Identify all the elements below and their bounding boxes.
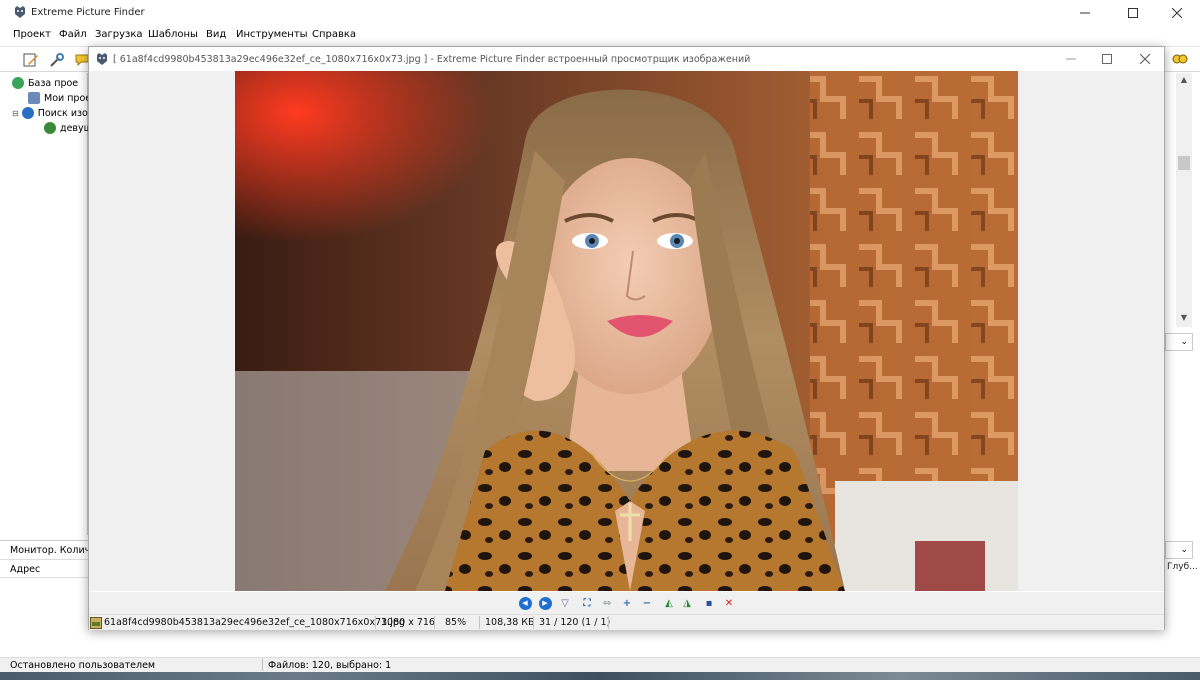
image-canvas[interactable]	[89, 71, 1164, 591]
main-titlebar[interactable]: Extreme Picture Finder	[0, 0, 1200, 26]
scroll-down-icon[interactable]: ▼	[1176, 313, 1192, 325]
vertical-scrollbar[interactable]: ▲ ▼	[1176, 73, 1192, 327]
tree-item-label: База прое	[28, 77, 79, 89]
scroll-thumb[interactable]	[1178, 156, 1190, 170]
zoom-out-icon: −	[642, 597, 652, 609]
tree-item-my-projects[interactable]: Мои проек	[28, 91, 97, 105]
minimize-icon	[1080, 12, 1090, 14]
save-icon: ▪	[705, 597, 713, 609]
settings-tools-icon[interactable]	[49, 52, 65, 68]
viewer-titlebar[interactable]: [ 61a8f4cd9980b453813a29ec496e32ef_ce_10…	[89, 47, 1164, 71]
search-magnifier-icon	[44, 122, 56, 134]
slideshow-button[interactable]: ▽	[557, 595, 573, 611]
main-status-bar: Остановлено пользователем Файлов: 120, в…	[0, 657, 1200, 672]
status-filename: 61a8f4cd9980b453813a29ec496e32ef_ce_1080…	[104, 617, 405, 628]
projects-icon	[28, 92, 40, 104]
viewer-maximize-button[interactable]	[1087, 47, 1127, 71]
viewer-title: [ 61a8f4cd9980b453813a29ec496e32ef_ce_10…	[113, 54, 751, 65]
tree-item-project-base[interactable]: База прое	[12, 76, 78, 90]
fit-icon: ⛶	[583, 597, 591, 609]
menu-tools[interactable]: Инструменты	[236, 29, 308, 40]
viewer-status-bar: 61a8f4cd9980b453813a29ec496e32ef_ce_1080…	[89, 614, 1164, 630]
column-header-address[interactable]: Адрес	[0, 562, 90, 578]
next-icon: ▶	[538, 596, 552, 610]
fit-window-button[interactable]: ⛶	[579, 595, 595, 611]
status-divider	[479, 616, 480, 629]
rotate-right-icon: ◮	[683, 597, 691, 609]
status-file-size: 108,38 КБ	[485, 617, 535, 628]
status-dimensions: 1080 x 716	[381, 617, 435, 628]
viewer-toolbar: ◀ ▶ ▽ ⛶ ⇔ + − ◭ ◮ ▪ ✕	[89, 592, 1164, 614]
status-divider	[375, 616, 376, 629]
zoom-in-button[interactable]: +	[619, 595, 635, 611]
status-divider	[608, 616, 609, 629]
tree-item-image-search[interactable]: ⊟ Поиск изо	[12, 106, 88, 120]
delete-icon: ✕	[724, 597, 734, 609]
edit-project-icon[interactable]	[23, 52, 39, 68]
chevron-down-icon: ⌄	[1180, 545, 1188, 555]
status-divider	[533, 616, 534, 629]
support-icon[interactable]	[1172, 51, 1188, 67]
previous-image-button[interactable]: ◀	[517, 595, 533, 611]
save-button[interactable]: ▪	[701, 595, 717, 611]
viewer-minimize-button[interactable]	[1051, 47, 1091, 71]
slideshow-icon: ▽	[561, 597, 569, 609]
maximize-icon	[1102, 54, 1112, 64]
app-logo-icon	[97, 53, 107, 65]
previous-icon: ◀	[518, 596, 532, 610]
delete-button[interactable]: ✕	[721, 595, 737, 611]
menu-file[interactable]: Файл	[59, 29, 87, 40]
column-header-depth[interactable]: Глуб...	[1165, 562, 1200, 578]
close-button[interactable]	[1154, 0, 1200, 26]
status-divider	[262, 659, 263, 671]
fit-width-button[interactable]: ⇔	[599, 595, 615, 611]
menu-templates[interactable]: Шаблоны	[148, 29, 198, 40]
monitor-dropdown[interactable]: ⌄	[1165, 541, 1193, 559]
viewer-close-button[interactable]	[1125, 47, 1165, 71]
image-viewer-window: [ 61a8f4cd9980b453813a29ec496e32ef_ce_10…	[88, 46, 1165, 630]
status-message: Остановлено пользователем	[10, 660, 156, 671]
search-globe-icon	[21, 107, 34, 119]
maximize-button[interactable]	[1110, 0, 1156, 26]
minimize-button[interactable]	[1062, 0, 1108, 26]
globe-project-icon	[12, 77, 24, 89]
tree-item-label: Поиск изо	[37, 107, 88, 119]
portrait-photo-image	[235, 71, 1018, 591]
fit-width-icon: ⇔	[602, 597, 612, 609]
monitor-bar: Монитор. Количе	[0, 540, 90, 560]
rotate-left-icon: ◭	[665, 597, 673, 609]
menu-bar: Проект Файл Загрузка Шаблоны Вид Инструм…	[0, 26, 1200, 44]
rotate-left-button[interactable]: ◭	[661, 595, 677, 611]
tree-item-search-query[interactable]: девуш	[44, 121, 92, 135]
panel-dropdown[interactable]: ⌄	[1165, 333, 1193, 351]
menu-help[interactable]: Справка	[312, 29, 356, 40]
close-icon	[1140, 54, 1150, 64]
status-zoom: 85%	[445, 617, 467, 628]
minimize-icon	[1066, 58, 1076, 60]
next-image-button[interactable]: ▶	[537, 595, 553, 611]
menu-project[interactable]: Проект	[13, 29, 51, 40]
project-tree: База прое Мои проек ⊟ Поиск изо девуш	[0, 73, 97, 535]
menu-download[interactable]: Загрузка	[95, 29, 143, 40]
scroll-up-icon[interactable]: ▲	[1176, 75, 1192, 87]
rotate-right-button[interactable]: ◮	[679, 595, 695, 611]
collapse-icon[interactable]: ⊟	[12, 109, 19, 118]
app-logo-icon	[15, 6, 25, 18]
zoom-in-icon: +	[622, 597, 632, 609]
maximize-icon	[1128, 8, 1138, 18]
zoom-out-button[interactable]: −	[639, 595, 655, 611]
displayed-photo[interactable]	[235, 71, 1018, 591]
close-icon	[1172, 8, 1182, 18]
desktop-background	[0, 672, 1200, 680]
menu-view[interactable]: Вид	[206, 29, 226, 40]
chevron-down-icon: ⌄	[1180, 337, 1188, 347]
status-position: 31 / 120 (1 / 1)	[539, 617, 611, 628]
status-divider	[434, 616, 435, 629]
file-count: Файлов: 120, выбрано: 1	[268, 660, 392, 671]
jpg-file-icon	[90, 617, 102, 629]
main-window-title: Extreme Picture Finder	[31, 7, 145, 18]
